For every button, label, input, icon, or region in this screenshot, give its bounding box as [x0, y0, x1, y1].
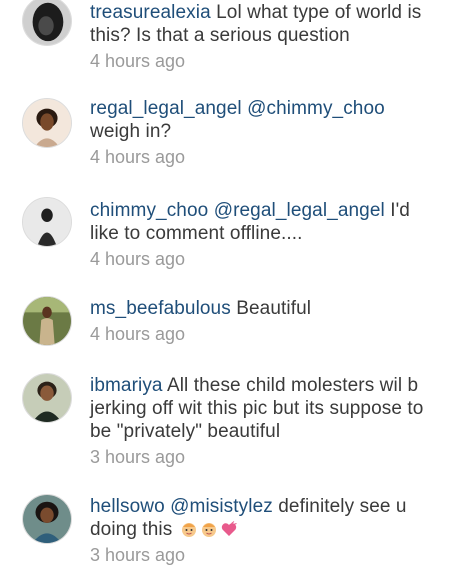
comment-timestamp: 3 hours ago	[90, 447, 186, 467]
comment-text: ms_beefabulous Beautiful	[90, 297, 430, 320]
comment-mention[interactable]: @chimmy_choo	[247, 98, 385, 119]
avatar[interactable]	[22, 373, 72, 423]
comment-text: regal_legal_angel @chimmy_choo weigh in?	[90, 97, 430, 143]
comment-username[interactable]: ibmariya	[90, 375, 163, 396]
comment-timestamp: 4 hours ago	[90, 324, 186, 344]
avatar-photo-icon	[23, 495, 71, 543]
comment-mention[interactable]: @regal_legal_angel	[214, 200, 385, 221]
comment-timestamp: 4 hours ago	[90, 51, 186, 71]
avatar-photo-icon	[23, 99, 71, 147]
heart-emoji-icon	[220, 520, 238, 538]
comment-text: ibmariya All these child molesters wil b…	[90, 374, 430, 443]
avatar[interactable]	[22, 98, 72, 148]
comment-body: Beautiful	[230, 298, 312, 319]
avatar-photo-icon	[23, 297, 71, 345]
avatar[interactable]	[22, 296, 72, 346]
comment-feed: treasurealexia Lol what type of world is…	[0, 0, 450, 579]
comment-text: chimmy_choo @regal_legal_angel I'd like …	[90, 199, 430, 245]
comment-body: weigh in?	[90, 121, 172, 142]
comment-text: treasurealexia Lol what type of world is…	[90, 1, 430, 47]
comment-username[interactable]: hellsowo	[90, 496, 165, 517]
baby-face-emoji-icon	[180, 520, 198, 538]
comment-timestamp: 4 hours ago	[90, 249, 186, 269]
comment-timestamp: 3 hours ago	[90, 545, 186, 565]
baby-face-emoji-icon	[200, 520, 218, 538]
comment-text: hellsowo @misistylez definitely see u do…	[90, 495, 430, 541]
avatar-photo-icon	[23, 198, 71, 246]
comment-username[interactable]: ms_beefabulous	[90, 298, 231, 319]
avatar-photo-icon	[23, 374, 71, 422]
avatar-photo-icon	[23, 0, 71, 45]
comment-timestamp: 4 hours ago	[90, 147, 186, 167]
comment-username[interactable]: treasurealexia	[90, 2, 211, 23]
comment-username[interactable]: regal_legal_angel	[90, 98, 242, 119]
comment-username[interactable]: chimmy_choo	[90, 200, 208, 221]
avatar[interactable]	[22, 494, 72, 544]
avatar[interactable]	[22, 0, 72, 46]
avatar[interactable]	[22, 197, 72, 247]
comment-mention[interactable]: @misistylez	[170, 496, 273, 517]
